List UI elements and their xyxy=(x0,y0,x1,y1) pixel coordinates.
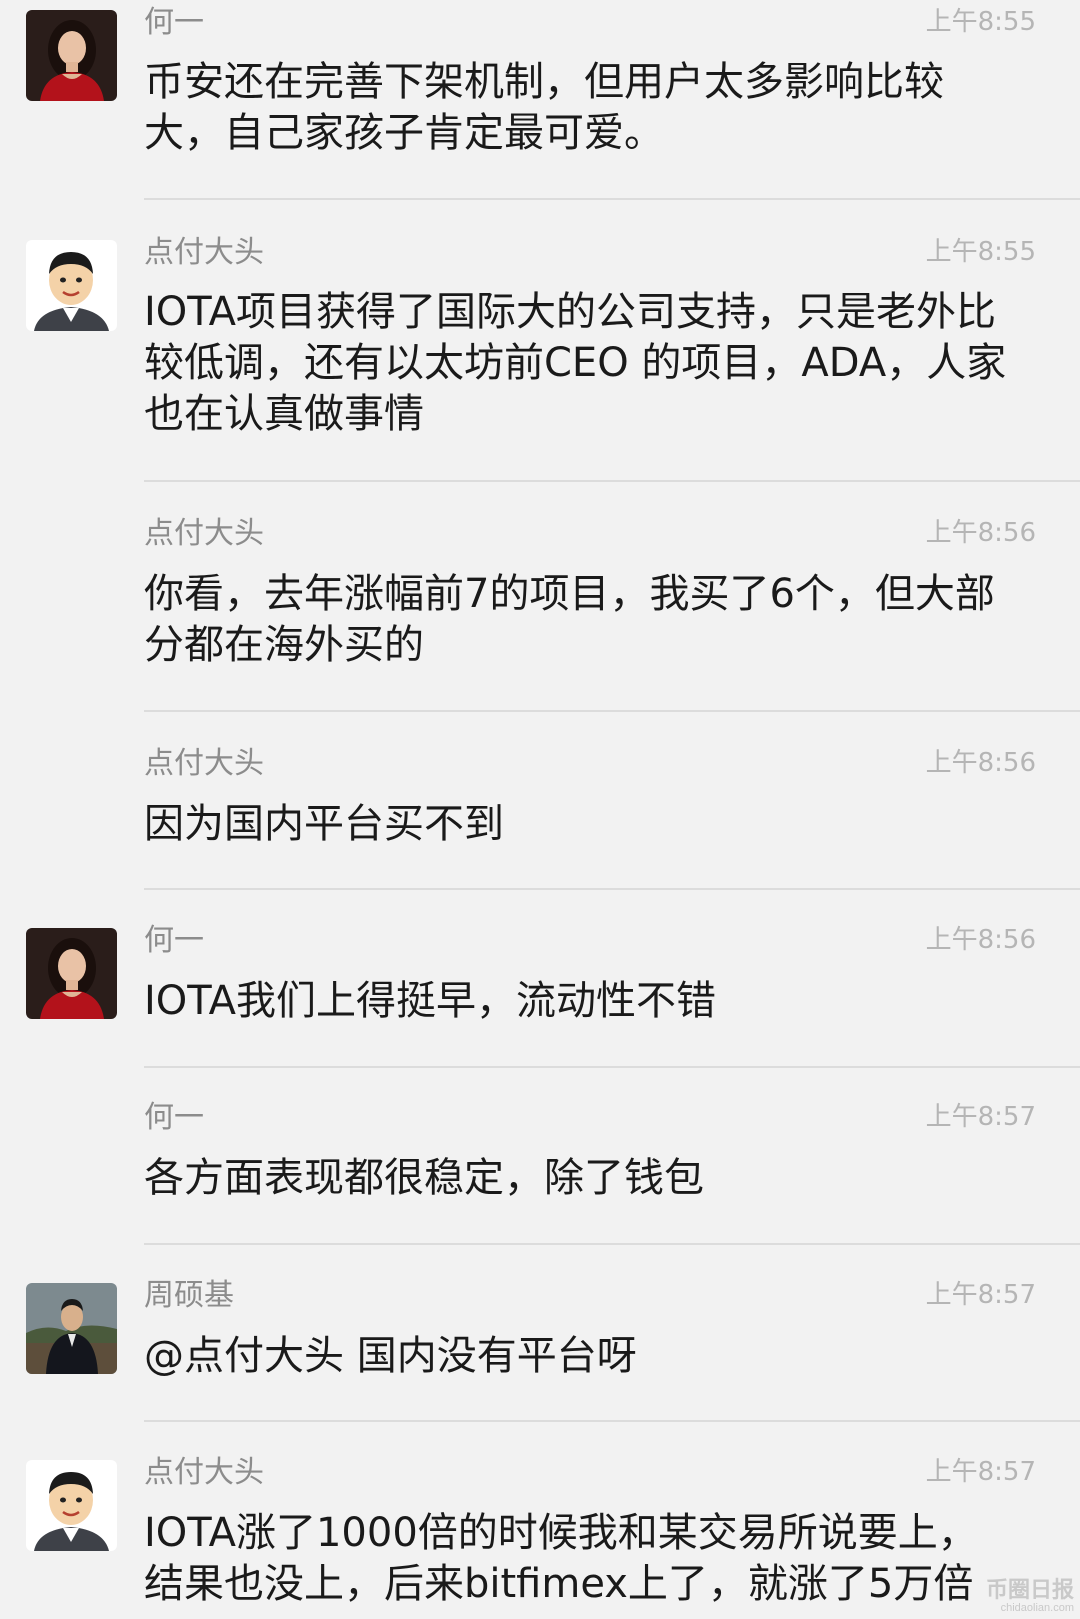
watermark-logo-text: 币圈日报 xyxy=(985,1577,1074,1602)
message-text: 你看，去年涨幅前7的项目，我买了6个，但大部分都在海外买的 xyxy=(144,571,995,668)
avatar-man-photo[interactable] xyxy=(26,1283,117,1374)
divider xyxy=(144,198,1080,200)
avatar-cartoon-man[interactable] xyxy=(26,240,117,331)
message-time: 上午8:56 xyxy=(925,518,1036,548)
divider xyxy=(144,710,1080,712)
message-text: IOTA项目获得了国际大的公司支持，只是老外比较低调，还有以太坊前CEO 的项目… xyxy=(144,289,1007,437)
message-time: 上午8:57 xyxy=(925,1102,1036,1132)
avatar-cartoon-man[interactable] xyxy=(26,1460,117,1551)
message-text: IOTA涨了1000倍的时候我和某交易所说要上，结果也没上，后来bitfimex… xyxy=(144,1510,978,1607)
watermark-url: chidaolian.com xyxy=(1000,1602,1074,1614)
sender-name: 点付大头 xyxy=(144,746,264,781)
message-time: 上午8:55 xyxy=(925,237,1036,267)
sender-name: 何一 xyxy=(144,923,204,958)
divider xyxy=(144,1420,1080,1422)
sender-name: 点付大头 xyxy=(144,1455,264,1490)
avatar-woman[interactable] xyxy=(26,928,117,1019)
sender-name: 点付大头 xyxy=(144,516,264,551)
sender-name: 周硕基 xyxy=(144,1278,234,1313)
message-time: 上午8:56 xyxy=(925,925,1036,955)
message-time: 上午8:57 xyxy=(925,1457,1036,1487)
divider xyxy=(144,888,1080,890)
message-time: 上午8:57 xyxy=(925,1280,1036,1310)
sender-name: 何一 xyxy=(144,5,204,40)
sender-name: 点付大头 xyxy=(144,235,264,270)
message-text: @点付大头 国内没有平台呀 xyxy=(144,1333,637,1379)
avatar-woman[interactable] xyxy=(26,10,117,101)
message-text: IOTA我们上得挺早，流动性不错 xyxy=(144,978,716,1024)
sender-name: 何一 xyxy=(144,1100,204,1135)
watermark: 币圈日报 chidaolian.com xyxy=(986,1578,1074,1615)
message-text: 各方面表现都很稳定，除了钱包 xyxy=(144,1155,704,1201)
divider xyxy=(144,1243,1080,1245)
message-text: 因为国内平台买不到 xyxy=(144,801,504,847)
message-time: 上午8:55 xyxy=(925,7,1036,37)
divider xyxy=(144,1066,1080,1068)
divider xyxy=(144,480,1080,482)
message-time: 上午8:56 xyxy=(925,748,1036,778)
message-text: 币安还在完善下架机制，但用户太多影响比较大，自己家孩子肯定最可爱。 xyxy=(144,59,944,156)
